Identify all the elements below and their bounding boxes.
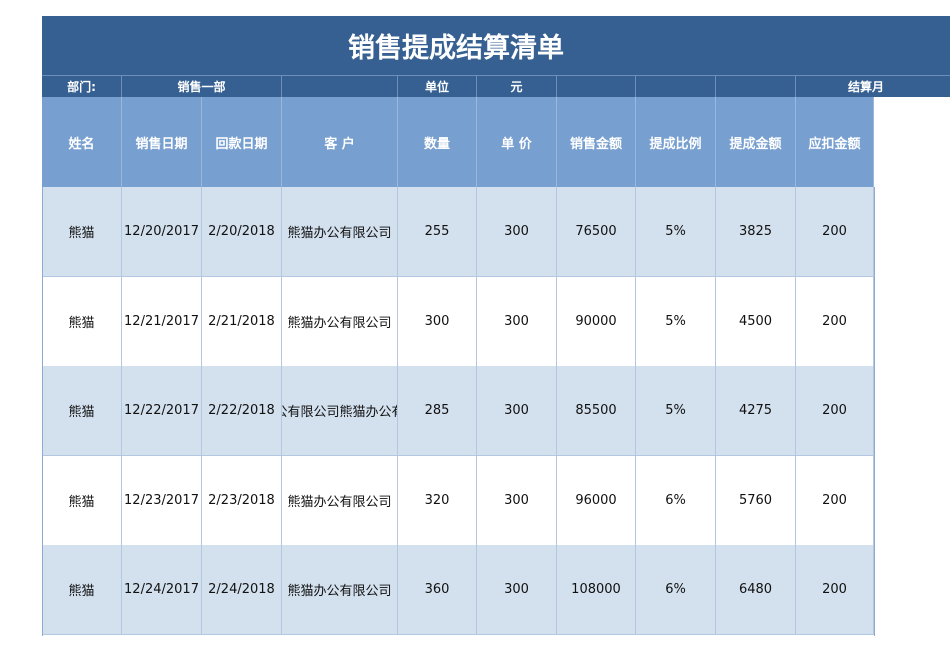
table-cell[interactable]: 2/24/2018 <box>202 545 282 635</box>
table-cell[interactable]: 熊猫 <box>42 545 122 635</box>
table-cell[interactable]: 12/22/2017 <box>122 366 202 456</box>
table-row: 熊猫 12/20/2017 2/20/2018 熊猫办公有限公司 255 300 76500… <box>42 187 874 277</box>
table-cell[interactable]: 6% <box>636 455 716 545</box>
column-header[interactable]: 客 户 <box>282 97 398 187</box>
table-cell[interactable]: 4275 <box>716 366 796 456</box>
column-header[interactable]: 提成金额 <box>716 97 796 187</box>
table-cell[interactable]: 300 <box>477 276 557 366</box>
table-cell[interactable]: 2/23/2018 <box>202 455 282 545</box>
table-cell[interactable]: 108000 <box>557 545 636 635</box>
empty-cell[interactable] <box>716 75 796 97</box>
empty-cell[interactable] <box>282 75 398 97</box>
table-cell[interactable]: 85500 <box>557 366 636 456</box>
table-row: 熊猫 12/24/2017 2/24/2018 熊猫办公有限公司 360 300 10800… <box>42 545 874 636</box>
table-cell[interactable]: 3825 <box>716 187 796 276</box>
column-header[interactable]: 销售日期 <box>122 97 202 187</box>
table-cell[interactable]: 320 <box>398 455 477 545</box>
table-cell[interactable]: 6480 <box>716 545 796 635</box>
table-cell[interactable]: 12/24/2017 <box>122 545 202 635</box>
dept-label[interactable]: 部门: <box>42 75 122 97</box>
unit-label[interactable]: 单位 <box>398 75 477 97</box>
table-cell[interactable]: 5% <box>636 187 716 276</box>
table-cell[interactable]: 12/20/2017 <box>122 187 202 276</box>
table-cell[interactable]: 300 <box>477 366 557 456</box>
table-cell[interactable]: 360 <box>398 545 477 635</box>
table-cell[interactable]: 熊猫办公有限公司 <box>282 276 398 366</box>
table-cell[interactable]: 255 <box>398 187 477 276</box>
settle-label[interactable]: 结算月 <box>796 75 950 97</box>
table-cell[interactable]: 2/22/2018 <box>202 366 282 456</box>
info-row: 部门: 销售一部 单位 元 结算月 <box>42 75 950 97</box>
table-cell[interactable]: 300 <box>477 455 557 545</box>
table-cell[interactable]: 熊猫 <box>42 187 122 276</box>
table-cell[interactable]: 300 <box>477 545 557 635</box>
table-cell[interactable]: 熊猫办公有限公司 <box>282 455 398 545</box>
table-cell[interactable]: 熊猫办公有限公司熊猫办公有限公司 <box>282 366 398 456</box>
empty-cell[interactable] <box>557 75 636 97</box>
table-cell[interactable]: 2/21/2018 <box>202 276 282 366</box>
table-cell[interactable]: 熊猫 <box>42 455 122 545</box>
column-header[interactable]: 应扣金额 <box>796 97 874 187</box>
table-row: 熊猫 12/21/2017 2/21/2018 熊猫办公有限公司 300 300 90000… <box>42 276 874 367</box>
empty-cell[interactable] <box>636 75 716 97</box>
table-cell[interactable]: 300 <box>398 276 477 366</box>
sheet-title: 销售提成结算清单 <box>42 16 950 75</box>
table-cell[interactable]: 285 <box>398 366 477 456</box>
column-header[interactable]: 单 价 <box>477 97 557 187</box>
column-header[interactable]: 姓名 <box>42 97 122 187</box>
table-cell[interactable]: 200 <box>796 276 874 366</box>
table-cell[interactable]: 熊猫 <box>42 366 122 456</box>
table-cell[interactable]: 熊猫 <box>42 276 122 366</box>
table-cell[interactable]: 12/23/2017 <box>122 455 202 545</box>
column-header[interactable]: 提成比例 <box>636 97 716 187</box>
table-cell[interactable]: 76500 <box>557 187 636 276</box>
column-header[interactable]: 数量 <box>398 97 477 187</box>
table-cell[interactable]: 90000 <box>557 276 636 366</box>
table-cell[interactable]: 4500 <box>716 276 796 366</box>
table-cell[interactable]: 5760 <box>716 455 796 545</box>
table-cell[interactable]: 200 <box>796 187 874 276</box>
table-cell[interactable]: 2/20/2018 <box>202 187 282 276</box>
settle-label-text: 结算月 <box>848 80 885 94</box>
table-cell[interactable]: 6% <box>636 545 716 635</box>
table-cell[interactable]: 200 <box>796 455 874 545</box>
table-cell[interactable]: 200 <box>796 545 874 635</box>
table-cell[interactable]: 96000 <box>557 455 636 545</box>
column-header[interactable]: 回款日期 <box>202 97 282 187</box>
column-header[interactable]: 销售金额 <box>557 97 636 187</box>
table-row: 熊猫 12/23/2017 2/23/2018 熊猫办公有限公司 320 300 96000… <box>42 455 874 546</box>
table-cell[interactable]: 熊猫办公有限公司 <box>282 545 398 635</box>
table-cell[interactable]: 300 <box>477 187 557 276</box>
table-cell[interactable]: 200 <box>796 366 874 456</box>
table-row: 熊猫12/22/20172/22/2018熊猫办公有限公司熊猫办公有限公司285… <box>42 366 874 457</box>
dept-value[interactable]: 销售一部 <box>122 75 282 97</box>
table-cell[interactable]: 熊猫办公有限公司 <box>282 187 398 276</box>
table-cell[interactable]: 12/21/2017 <box>122 276 202 366</box>
table-cell[interactable]: 5% <box>636 366 716 456</box>
table-cell[interactable]: 5% <box>636 276 716 366</box>
header-row: 姓名 销售日期 回款日期客 户数量单 价销售金额 提成比例 提成金额 应扣金额 <box>42 97 874 187</box>
unit-value[interactable]: 元 <box>477 75 557 97</box>
